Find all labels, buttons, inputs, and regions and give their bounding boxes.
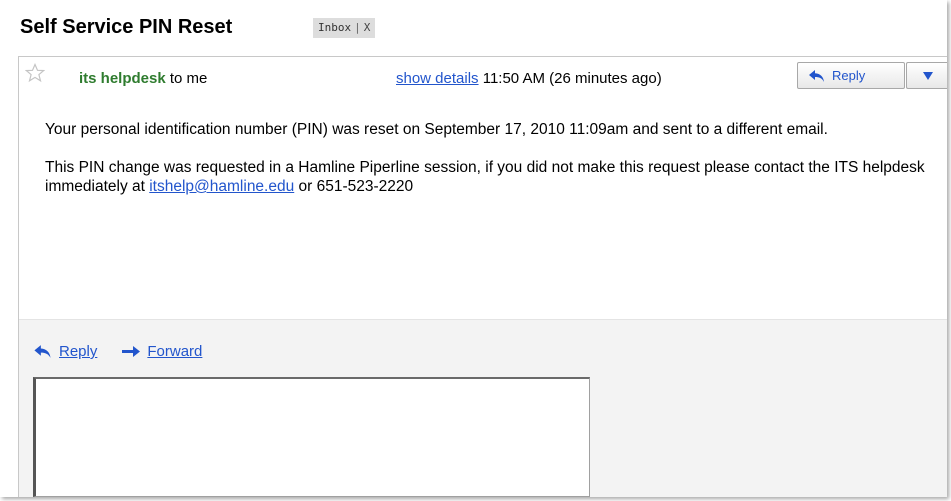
helpdesk-email-link[interactable]: itshelp@hamline.edu [149,178,294,195]
email-subject: Self Service PIN Reset [20,16,233,38]
message-time: 11:50 AM (26 minutes ago) [482,70,662,87]
show-details-link[interactable]: show details [396,70,479,87]
footer-reply-link[interactable]: Reply [59,343,97,360]
body-paragraph-2-suffix: or 651-523-2220 [294,178,414,195]
message-card: its helpdesk to me show details 11:50 AM… [18,56,947,497]
star-icon[interactable] [25,63,45,83]
reply-button-label: Reply [832,68,866,83]
reply-button[interactable]: Reply [797,62,905,89]
reply-arrow-icon [809,69,824,82]
sender-name[interactable]: its helpdesk [79,70,166,87]
forward-arrow-icon [122,346,141,357]
reply-actions: Reply Forward [33,343,202,360]
message-header: its helpdesk to me show details 11:50 AM… [19,57,947,107]
reply-arrow-icon [34,345,51,358]
body-paragraph-1: Your personal identification number (PIN… [45,121,828,138]
quick-reply-textbox[interactable] [33,377,590,497]
email-window: Self Service PIN Reset Inbox | X its hel… [0,0,947,497]
label-separator: | [354,21,361,34]
more-actions-dropdown[interactable] [906,62,947,89]
reply-area: Reply Forward [19,319,947,497]
message-body: Your personal identification number (PIN… [45,120,935,215]
footer-forward-link[interactable]: Forward [147,343,202,360]
inbox-label-chip[interactable]: Inbox | X [313,18,376,38]
triangle-down-icon [922,71,933,80]
sender-line: its helpdesk to me [79,70,207,87]
message-meta: show details 11:50 AM (26 minutes ago) [396,70,662,87]
body-paragraph-2: This PIN change was requested in a Hamli… [45,158,935,196]
recipient-text: to me [169,70,208,87]
subject-bar: Self Service PIN Reset Inbox | X [0,0,947,48]
footer-forward-action[interactable]: Forward [121,343,202,360]
footer-reply-action[interactable]: Reply [33,343,97,360]
label-name[interactable]: Inbox [318,18,351,38]
remove-label-button[interactable]: X [364,18,371,38]
